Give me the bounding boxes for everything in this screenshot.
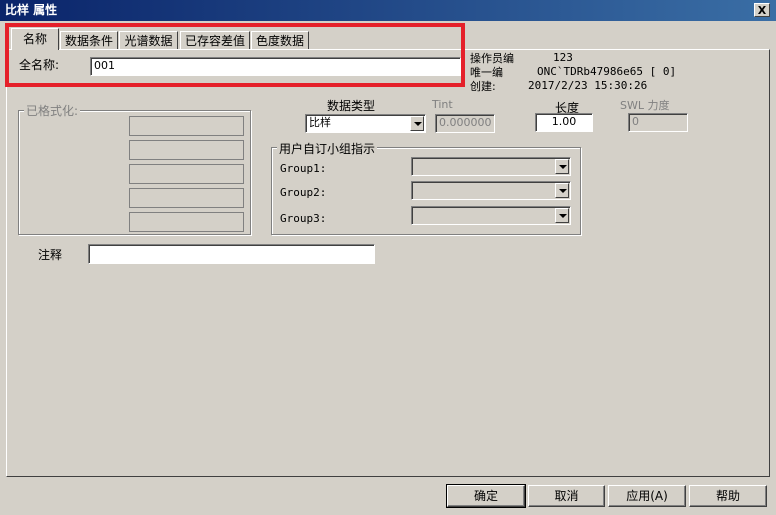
- group2-label: Group2:: [280, 186, 327, 199]
- tab-saved-tolerances[interactable]: 已存容差值: [180, 31, 250, 49]
- user-group-title: 用户自订小组指示: [277, 140, 378, 157]
- group3-label: Group3:: [280, 212, 327, 225]
- tint-label: Tint: [432, 98, 453, 111]
- cancel-button[interactable]: 取消: [528, 485, 605, 507]
- data-type-select[interactable]: 比样: [305, 114, 426, 133]
- unique-id-value: ONC`TDRb47986e65 [ 0]: [537, 65, 677, 78]
- apply-button[interactable]: 应用(A): [608, 485, 686, 507]
- operator-value: 123: [553, 51, 573, 64]
- ok-button[interactable]: 确定: [446, 484, 526, 508]
- group1-label: Group1:: [280, 162, 327, 175]
- formatted-group-title: 已格式化:: [24, 102, 81, 119]
- group3-select[interactable]: [411, 206, 571, 225]
- group1-select[interactable]: [411, 157, 571, 176]
- swl-label: SWL 力度: [620, 99, 670, 112]
- chevron-down-icon[interactable]: [410, 116, 424, 131]
- tab-data-conditions[interactable]: 数据条件: [60, 31, 118, 49]
- full-name-label: 全名称:: [19, 58, 60, 72]
- data-type-value: 比样: [309, 116, 331, 129]
- formatted-field-2: [129, 140, 244, 160]
- window-title: 比样 属性: [5, 3, 58, 17]
- formatted-field-4: [129, 188, 244, 208]
- length-input[interactable]: 1.00: [535, 113, 593, 132]
- formatted-field-3: [129, 164, 244, 184]
- title-bar: 比样 属性 X: [0, 0, 776, 21]
- formatted-field-5: [129, 212, 244, 232]
- comment-input[interactable]: [88, 244, 375, 264]
- data-type-label: 数据类型: [327, 99, 376, 113]
- tab-spectral-data[interactable]: 光谱数据: [119, 31, 178, 49]
- created-value: 2017/2/23 15:30:26: [528, 79, 648, 92]
- comment-label: 注释: [38, 248, 63, 262]
- close-button[interactable]: X: [754, 3, 770, 17]
- tab-colorimetric-data[interactable]: 色度数据: [251, 31, 309, 49]
- formatted-field-1: [129, 116, 244, 136]
- full-name-input[interactable]: 001: [90, 57, 461, 76]
- group2-select[interactable]: [411, 181, 571, 200]
- chevron-down-icon[interactable]: [555, 159, 569, 174]
- swl-input: 0: [628, 113, 688, 132]
- tab-name[interactable]: 名称: [11, 28, 59, 50]
- help-button[interactable]: 帮助: [689, 485, 767, 507]
- chevron-down-icon[interactable]: [555, 208, 569, 223]
- created-label: 创建:: [470, 80, 496, 93]
- chevron-down-icon[interactable]: [555, 183, 569, 198]
- tint-input: 0.000000: [435, 114, 495, 133]
